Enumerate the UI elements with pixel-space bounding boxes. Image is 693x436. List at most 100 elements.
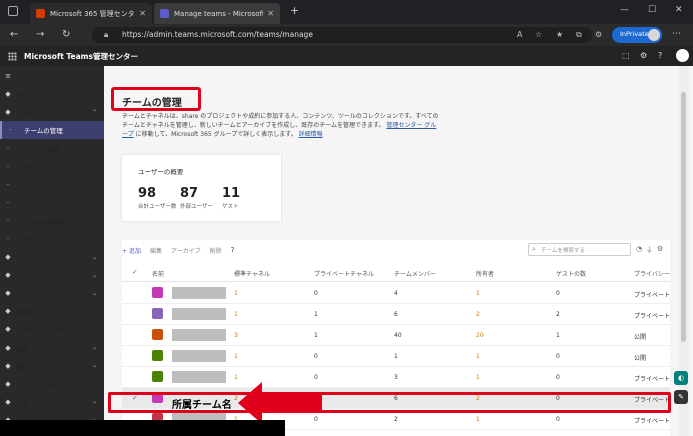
- sidebar-item[interactable]: ◆ チーム ⌃: [0, 103, 104, 121]
- sidebar-item-label: チームの管理: [24, 127, 63, 136]
- profile-avatar: [648, 29, 660, 41]
- select-all-checkbox[interactable]: ✓: [132, 268, 138, 276]
- close-icon[interactable]: ✕: [139, 9, 146, 18]
- sidebar-item[interactable]: ◆ 会議: [0, 302, 104, 320]
- extensions-icon[interactable]: ⚙: [595, 30, 602, 39]
- scrollbar-thumb[interactable]: [681, 92, 686, 342]
- chevron-down-icon[interactable]: ⌄: [92, 362, 104, 369]
- item-count: 7: [230, 246, 235, 254]
- stat-label: ゲスト: [222, 204, 239, 210]
- sidebar-item[interactable]: ◆ 音声 ⌄: [0, 339, 104, 357]
- column-header-owners[interactable]: 所有者: [476, 269, 494, 278]
- column-header-private-channels[interactable]: プライベートチャネル: [314, 269, 386, 278]
- settings-icon[interactable]: ⚙: [640, 51, 647, 60]
- sidebar-item[interactable]: · チームポリシー: [0, 158, 104, 176]
- cell-std: 1: [234, 353, 238, 360]
- sidebar-item-label: チーム: [16, 109, 36, 118]
- refresh-icon[interactable]: ◔: [636, 245, 642, 253]
- forward-icon[interactable]: →: [36, 29, 44, 40]
- stat-value: 98: [138, 186, 157, 201]
- chevron-up-icon[interactable]: ⌃: [92, 109, 104, 116]
- filter-icon[interactable]: ⏚: [646, 245, 653, 255]
- workspaces-icon[interactable]: [8, 6, 18, 16]
- favorite-icon[interactable]: ☆: [535, 30, 542, 39]
- column-header-members[interactable]: チームメンバー: [394, 269, 466, 278]
- back-icon[interactable]: ←: [10, 29, 18, 40]
- read-aloud-icon[interactable]: A: [517, 30, 522, 39]
- table-row[interactable]: 1 0 1 1 0 公開: [122, 346, 670, 367]
- column-header-name[interactable]: 名前: [152, 269, 164, 278]
- team-avatar: [152, 350, 163, 361]
- close-icon[interactable]: ✕: [267, 9, 274, 18]
- sidebar-item[interactable]: · チームの更新ポリシー: [0, 212, 104, 230]
- sidebar-item[interactable]: ◆ チームアプリ ⌄: [0, 284, 104, 302]
- table-row[interactable]: 1 0 4 1 0 プライベート: [122, 283, 670, 304]
- cell-privacy: プライベート: [634, 376, 671, 383]
- location-icon: ◆: [5, 361, 11, 370]
- cell-members: 40: [394, 332, 402, 339]
- table-row[interactable]: 1 1 6 2 2 プライベート: [122, 304, 670, 325]
- maximize-icon[interactable]: ☐: [648, 5, 656, 15]
- cell-owners: 1: [476, 290, 480, 297]
- sidebar-item[interactable]: ≡: [0, 67, 104, 85]
- inprivate-badge[interactable]: InPrivate: [612, 27, 662, 43]
- card-title: ユーザーの概要: [138, 168, 184, 176]
- table-row[interactable]: 3 1 40 20 1 公開: [122, 325, 670, 346]
- archive-button[interactable]: アーカイブ: [171, 246, 201, 255]
- cell-owners: 1: [476, 353, 480, 360]
- sidebar-item[interactable]: ◆ 計画 ⌄: [0, 393, 104, 411]
- sidebar-item[interactable]: · チームの設定: [0, 139, 104, 157]
- column-header-privacy[interactable]: プライバシー: [634, 269, 670, 278]
- address-bar: ← → ↻ 🔒︎ https://admin.teams.microsoft.c…: [0, 24, 693, 46]
- minimize-icon[interactable]: —: [620, 5, 629, 15]
- description-tail: に移動して、Microsoft 365 グループで詳しく表示します。: [135, 131, 297, 138]
- sidebar-item[interactable]: ◆ メッセージングポリシー: [0, 320, 104, 338]
- chevron-down-icon[interactable]: ⌄: [92, 272, 104, 279]
- sidebar-item[interactable]: ◆ 場所 ⌄: [0, 357, 104, 375]
- help-icon[interactable]: ?: [658, 51, 662, 60]
- refresh-icon[interactable]: ↻: [62, 29, 70, 40]
- chevron-down-icon[interactable]: ⌄: [92, 290, 104, 297]
- search-input[interactable]: ⌕ チームを検索する: [528, 243, 631, 256]
- sidebar-item[interactable]: · チームアップグレード: [0, 230, 104, 248]
- user-summary-card: ユーザーの概要 98 合計ユーザー数 87 外部ユーザー 11 ゲスト: [122, 155, 281, 221]
- column-header-guests[interactable]: ゲストの数: [556, 269, 586, 278]
- window-close-icon[interactable]: ✕: [675, 5, 683, 15]
- stat-value: 11: [222, 186, 241, 201]
- favorites-bar-icon[interactable]: ★: [556, 30, 563, 39]
- cell-owners: 2: [476, 311, 480, 318]
- add-button[interactable]: + 追加: [122, 246, 141, 255]
- feedback-icon[interactable]: ✎: [674, 390, 688, 404]
- app-launcher-icon[interactable]: [8, 52, 17, 61]
- sub-item-icon: ·: [6, 144, 10, 153]
- sidebar-item[interactable]: ◆ ユーザー ⌄: [0, 248, 104, 266]
- chevron-down-icon[interactable]: ⌄: [92, 398, 104, 405]
- table-row[interactable]: 1 0 3 1 0 プライベート: [122, 367, 670, 388]
- chevron-down-icon[interactable]: ⌄: [92, 254, 104, 261]
- delete-button[interactable]: 削除: [210, 246, 222, 255]
- sidebar-item[interactable]: ◆ チームデバイス ⌄: [0, 266, 104, 284]
- column-settings-icon[interactable]: ⚙: [657, 245, 663, 253]
- more-icon[interactable]: ⋯: [672, 29, 681, 39]
- cropped-area: [0, 420, 285, 436]
- column-header-standard-channels[interactable]: 標準チャネル: [234, 269, 304, 278]
- sidebar-item[interactable]: · テンプレート ポリシー: [0, 194, 104, 212]
- cell-members: 4: [394, 290, 398, 297]
- sidebar-item[interactable]: · チーム テンプレート: [0, 176, 104, 194]
- sidebar-item-label: メッセージングポリシー: [16, 326, 88, 335]
- edit-button[interactable]: 編集: [150, 246, 162, 255]
- chat-bubble-icon[interactable]: ◐: [674, 371, 688, 385]
- redacted-team-name: [172, 308, 226, 320]
- collections-icon[interactable]: ⧉: [576, 30, 582, 40]
- sidebar-item[interactable]: ◆ ホ: [0, 85, 104, 103]
- sidebar-item[interactable]: · チームの管理: [0, 121, 104, 140]
- browser-tab-admin-center[interactable]: Microsoft 365 管理センター - ホーム ✕: [30, 3, 152, 24]
- sidebar-item[interactable]: ◆ ポリシー パッケージ: [0, 375, 104, 393]
- browser-tab-teams[interactable]: Manage teams - Microsoft Teams ✕: [154, 3, 280, 24]
- learn-more-link[interactable]: 詳細情報: [299, 131, 323, 138]
- toolbar: + 追加 編集 アーカイブ 削除 7: [122, 243, 243, 257]
- notification-icon[interactable]: ⬚: [622, 51, 630, 60]
- avatar[interactable]: [676, 49, 689, 62]
- chevron-down-icon[interactable]: ⌄: [92, 344, 104, 351]
- new-tab-icon[interactable]: +: [290, 4, 299, 17]
